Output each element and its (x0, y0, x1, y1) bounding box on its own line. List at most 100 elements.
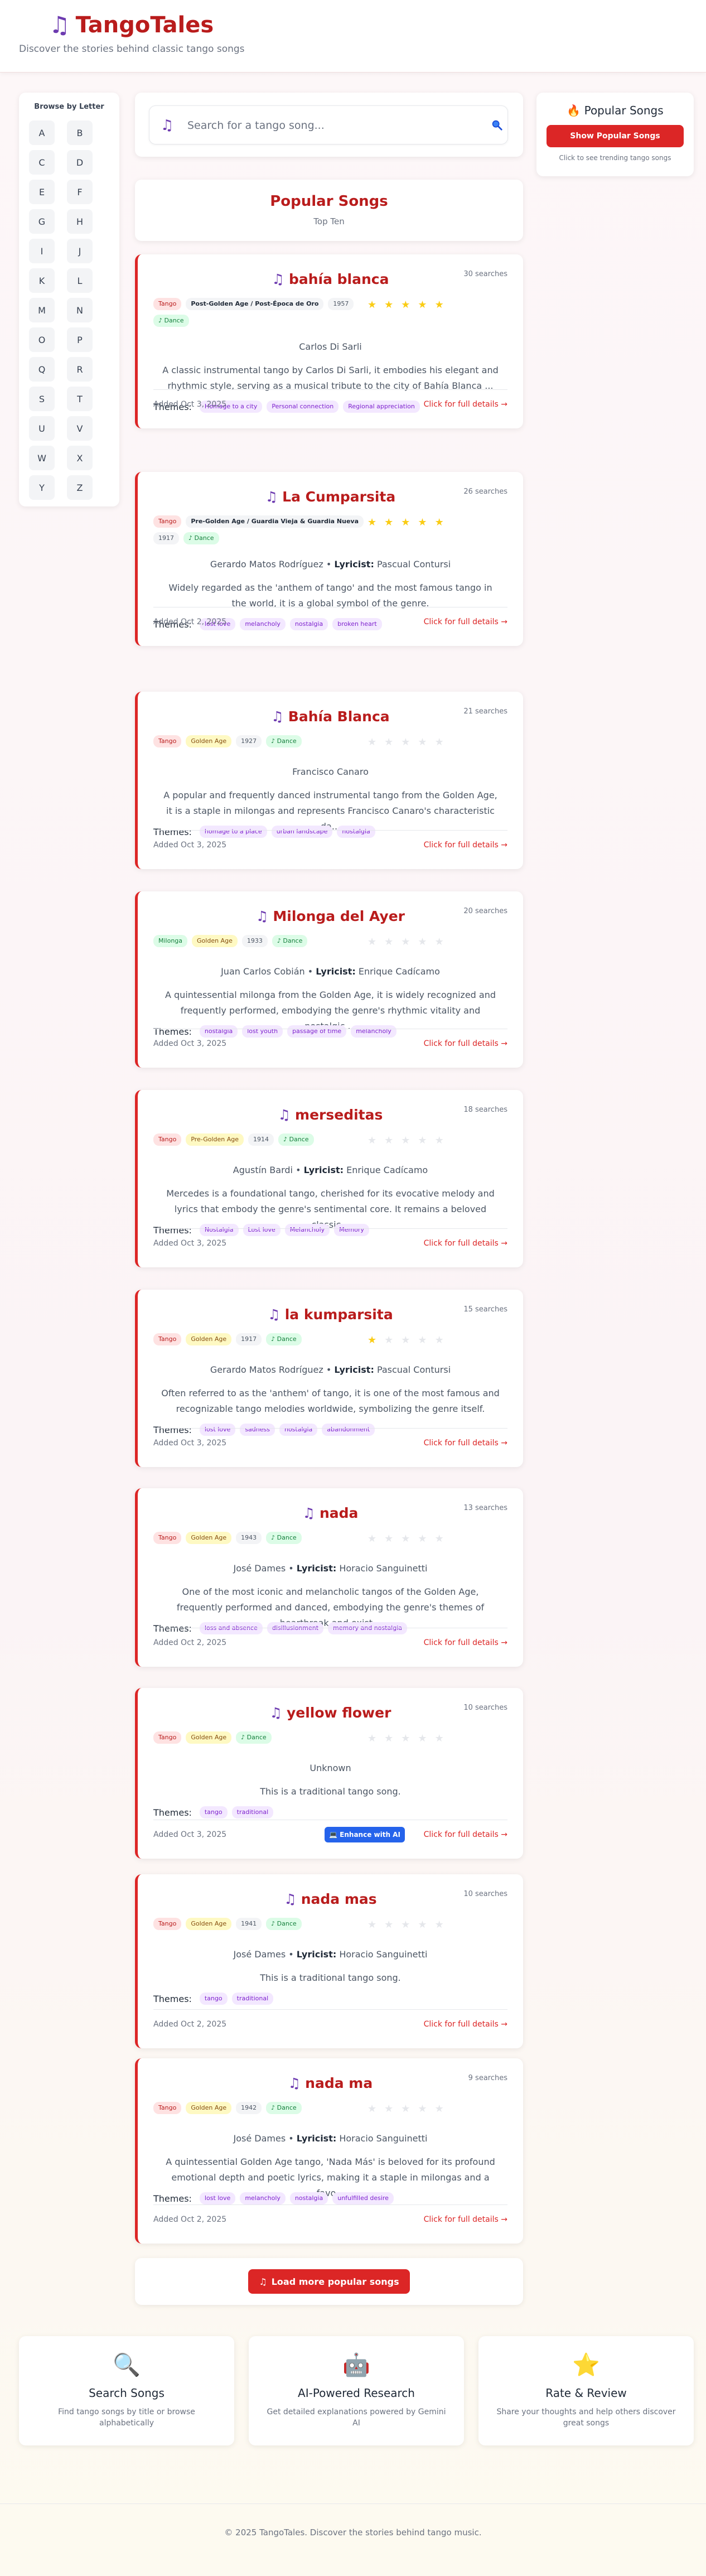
letter-button-m[interactable]: M (29, 298, 55, 322)
song-card[interactable]: 20 searches ♫ Milonga del Ayer Milonga Golde… (135, 891, 523, 1068)
star-icon[interactable]: ★ (435, 299, 444, 311)
search-icon[interactable] (491, 119, 503, 131)
letter-button-a[interactable]: A (29, 120, 55, 145)
star-icon[interactable]: ★ (401, 1733, 410, 1744)
letter-button-r[interactable]: R (67, 357, 93, 382)
rating-stars[interactable]: ★ ★ ★ ★ ★ (367, 936, 444, 948)
letter-button-c[interactable]: C (29, 150, 55, 175)
star-icon[interactable]: ★ (435, 1733, 444, 1744)
logo[interactable]: ♫ TangoTales (49, 12, 214, 38)
song-card[interactable]: 9 searches ♫ nada ma Tango Golden Age 1942 ♪ D… (135, 2058, 523, 2244)
star-icon[interactable]: ★ (418, 1533, 427, 1545)
star-icon[interactable]: ★ (384, 1533, 393, 1545)
star-icon[interactable]: ★ (418, 1919, 427, 1931)
song-title[interactable]: ♫ Bahía Blanca (138, 708, 523, 725)
star-icon[interactable]: ★ (435, 936, 444, 948)
star-icon[interactable]: ★ (384, 1334, 393, 1346)
star-icon[interactable]: ★ (401, 2103, 410, 2115)
rating-stars[interactable]: ★ ★ ★ ★ ★ (367, 736, 444, 748)
song-card[interactable]: 13 searches ♫ nada Tango Golden Age 1943 ♪ Dan… (135, 1488, 523, 1667)
letter-button-t[interactable]: T (67, 387, 93, 411)
song-card[interactable]: 30 searches ♫ bahía blanca Tango Post-Golden… (135, 254, 523, 428)
letter-button-j[interactable]: J (67, 239, 93, 263)
load-more-button[interactable]: ♫ Load more popular songs (248, 2269, 410, 2294)
song-card[interactable]: 10 searches ♫ nada mas Tango Golden Age 1941 ♪… (135, 1874, 523, 2048)
song-title[interactable]: ♫ merseditas (138, 1107, 523, 1123)
letter-button-l[interactable]: L (67, 268, 93, 293)
song-title[interactable]: ♫ bahía blanca (138, 271, 523, 287)
star-icon[interactable]: ★ (384, 1919, 393, 1931)
star-icon[interactable]: ★ (418, 2103, 427, 2115)
star-icon[interactable]: ★ (401, 1135, 410, 1146)
star-icon[interactable]: ★ (401, 1334, 410, 1346)
full-details-link[interactable]: Click for full details → (424, 841, 507, 850)
letter-button-i[interactable]: I (29, 239, 55, 263)
song-card[interactable]: 21 searches ♫ Bahía Blanca Tango Golden Age 1… (135, 692, 523, 869)
star-icon[interactable]: ★ (418, 936, 427, 948)
song-title[interactable]: ♫ nada (138, 1505, 523, 1521)
full-details-link[interactable]: Click for full details → (424, 1239, 507, 1248)
star-icon[interactable]: ★ (401, 936, 410, 948)
full-details-link[interactable]: Click for full details → (424, 1439, 507, 1448)
star-icon[interactable]: ★ (367, 1733, 376, 1744)
star-icon[interactable]: ★ (384, 936, 393, 948)
song-title[interactable]: ♫ nada mas (138, 1891, 523, 1907)
song-title[interactable]: ♫ nada ma (138, 2075, 523, 2091)
star-icon[interactable]: ★ (384, 1733, 393, 1744)
full-details-link[interactable]: Click for full details → (424, 1039, 507, 1048)
star-icon[interactable]: ★ (367, 517, 376, 528)
song-card[interactable]: 10 searches ♫ yellow flower Tango Golden Age… (135, 1688, 523, 1859)
star-icon[interactable]: ★ (418, 299, 427, 311)
full-details-link[interactable]: Click for full details → (424, 1638, 507, 1647)
star-icon[interactable]: ★ (418, 1733, 427, 1744)
song-title[interactable]: ♫ La Cumparsita (138, 489, 523, 505)
letter-button-x[interactable]: X (67, 446, 93, 470)
song-title[interactable]: ♫ Milonga del Ayer (138, 908, 523, 924)
star-icon[interactable]: ★ (367, 936, 376, 948)
rating-stars[interactable]: ★ ★ ★ ★ ★ (367, 1135, 444, 1146)
star-icon[interactable]: ★ (384, 736, 393, 748)
song-card[interactable]: 15 searches ♫ la kumparsita Tango Golden Age… (135, 1290, 523, 1467)
star-icon[interactable]: ★ (435, 1533, 444, 1545)
letter-button-w[interactable]: W (29, 446, 55, 470)
star-icon[interactable]: ★ (401, 517, 410, 528)
rating-stars[interactable]: ★ ★ ★ ★ ★ (367, 2103, 444, 2115)
rating-stars[interactable]: ★ ★ ★ ★ ★ (367, 1733, 444, 1744)
full-details-link[interactable]: Click for full details → (424, 2215, 507, 2224)
full-details-link[interactable]: Click for full details → (424, 1830, 507, 1839)
star-icon[interactable]: ★ (418, 736, 427, 748)
full-details-link[interactable]: Click for full details → (424, 618, 507, 626)
star-icon[interactable]: ★ (418, 517, 427, 528)
star-icon[interactable]: ★ (401, 1533, 410, 1545)
star-icon[interactable]: ★ (367, 1334, 376, 1346)
star-icon[interactable]: ★ (435, 1919, 444, 1931)
show-popular-button[interactable]: Show Popular Songs (547, 125, 684, 147)
star-icon[interactable]: ★ (435, 2103, 444, 2115)
star-icon[interactable]: ★ (435, 517, 444, 528)
letter-button-q[interactable]: Q (29, 357, 55, 382)
star-icon[interactable]: ★ (367, 299, 376, 311)
star-icon[interactable]: ★ (435, 736, 444, 748)
rating-stars[interactable]: ★ ★ ★ ★ ★ (367, 1919, 444, 1931)
letter-button-u[interactable]: U (29, 416, 55, 441)
song-card[interactable]: 26 searches ♫ La Cumparsita Tango Pre-Golden… (135, 472, 523, 646)
letter-button-y[interactable]: Y (29, 475, 55, 500)
star-icon[interactable]: ★ (401, 299, 410, 311)
letter-button-h[interactable]: H (67, 209, 93, 234)
letter-button-v[interactable]: V (67, 416, 93, 441)
star-icon[interactable]: ★ (435, 1135, 444, 1146)
enhance-ai-button[interactable]: 💻 Enhance with AI (325, 1827, 405, 1842)
star-icon[interactable]: ★ (367, 736, 376, 748)
star-icon[interactable]: ★ (401, 736, 410, 748)
song-card[interactable]: 18 searches ♫ merseditas Tango Pre-Golden Ag… (135, 1090, 523, 1267)
full-details-link[interactable]: Click for full details → (424, 400, 507, 409)
letter-button-z[interactable]: Z (67, 475, 93, 500)
rating-stars[interactable]: ★ ★ ★ ★ ★ (367, 299, 444, 311)
letter-button-o[interactable]: O (29, 327, 55, 352)
letter-button-e[interactable]: E (29, 180, 55, 204)
letter-button-b[interactable]: B (67, 120, 93, 145)
rating-stars[interactable]: ★ ★ ★ ★ ★ (367, 517, 444, 528)
letter-button-f[interactable]: F (67, 180, 93, 204)
full-details-link[interactable]: Click for full details → (424, 2020, 507, 2029)
rating-stars[interactable]: ★ ★ ★ ★ ★ (367, 1334, 444, 1346)
